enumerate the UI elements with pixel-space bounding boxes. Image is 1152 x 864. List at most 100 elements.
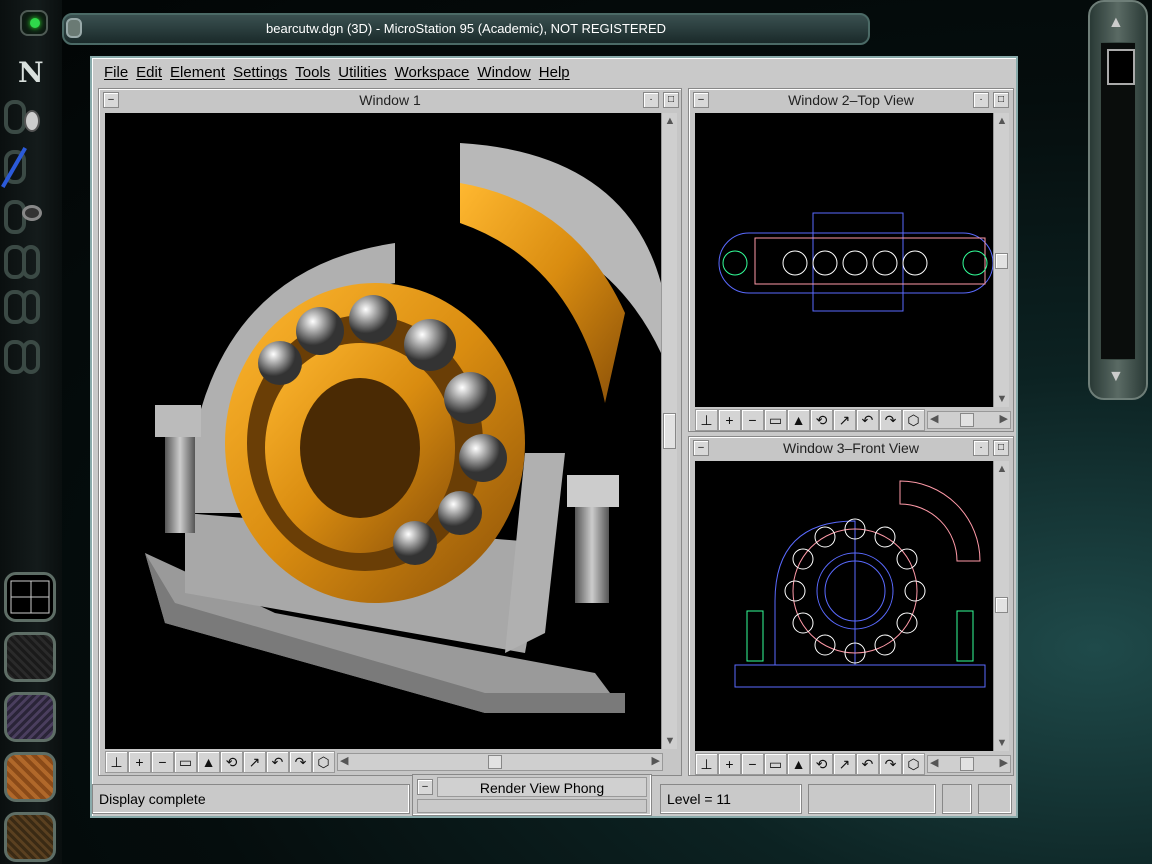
- render-view-dialog[interactable]: – Render View Phong: [412, 774, 652, 816]
- maximize-button[interactable]: □: [993, 440, 1009, 456]
- scroll-thumb[interactable]: [960, 757, 974, 771]
- render-viewport[interactable]: [105, 113, 661, 749]
- scroll-thumb[interactable]: [663, 413, 676, 449]
- menu-window[interactable]: Window: [473, 60, 534, 86]
- window-2-vertical-scrollbar[interactable]: ▲ ▼: [993, 113, 1009, 407]
- power-led-icon[interactable]: [20, 10, 48, 36]
- render-icon[interactable]: ▲: [787, 409, 810, 431]
- window-menu-button[interactable]: [66, 18, 82, 38]
- rotate-view-icon[interactable]: ⟲: [220, 751, 243, 773]
- scroll-up-icon[interactable]: ▲: [662, 113, 678, 129]
- window-1-horizontal-scrollbar[interactable]: ◀ ▶: [337, 753, 663, 771]
- active-view-tile[interactable]: [4, 572, 56, 622]
- render-progress: [417, 799, 647, 813]
- probe-icon[interactable]: [24, 110, 40, 132]
- render-icon[interactable]: ▲: [197, 751, 220, 773]
- window-3-view-toolbar: ⊥ + − ▭ ▲ ⟲ ↗ ↶ ↷ ⬡: [695, 753, 925, 775]
- fit-view-icon[interactable]: ⊥: [105, 751, 128, 773]
- menu-help[interactable]: Help: [535, 60, 574, 86]
- dialog-menu-button[interactable]: –: [417, 779, 433, 795]
- fit-view-icon[interactable]: ⊥: [695, 753, 718, 775]
- view-window-2: Window 2–Top View – · □ ▲ ▼ ⊥ + − ▭ ▲ ⟲ …: [688, 88, 1014, 432]
- view-previous-icon[interactable]: ↶: [856, 753, 879, 775]
- menu-tools[interactable]: Tools: [291, 60, 334, 86]
- minimize-button[interactable]: ·: [973, 92, 989, 108]
- window-1-title: Window 1: [359, 92, 421, 108]
- slider-thumb[interactable]: [1107, 49, 1135, 85]
- view-next-icon[interactable]: ↷: [289, 751, 312, 773]
- rotate-view-icon[interactable]: ⟲: [810, 409, 833, 431]
- scroll-right-icon[interactable]: ▶: [1000, 412, 1008, 425]
- rotate-view-icon[interactable]: ⟲: [810, 753, 833, 775]
- scroll-thumb[interactable]: [960, 413, 974, 427]
- window-2-horizontal-scrollbar[interactable]: ◀ ▶: [927, 411, 1011, 429]
- view-cube-icon[interactable]: ⬡: [312, 751, 335, 773]
- zoom-in-icon[interactable]: +: [718, 409, 741, 431]
- texture-tile-wood[interactable]: [4, 752, 56, 802]
- zoom-out-icon[interactable]: −: [741, 753, 764, 775]
- menu-workspace[interactable]: Workspace: [391, 60, 474, 86]
- slider-track[interactable]: [1100, 42, 1136, 360]
- menu-utilities[interactable]: Utilities: [334, 60, 390, 86]
- top-view-viewport[interactable]: [695, 113, 993, 407]
- texture-tile-fabric[interactable]: [4, 692, 56, 742]
- zoom-out-icon[interactable]: −: [151, 751, 174, 773]
- scroll-left-icon[interactable]: ◀: [930, 412, 938, 425]
- scroll-thumb[interactable]: [995, 597, 1008, 613]
- menu-element[interactable]: Element: [166, 60, 229, 86]
- render-icon[interactable]: ▲: [787, 753, 810, 775]
- disc-icon[interactable]: [22, 205, 42, 221]
- scroll-left-icon[interactable]: ◀: [340, 754, 348, 767]
- maximize-button[interactable]: □: [663, 92, 679, 108]
- scroll-right-icon[interactable]: ▶: [652, 754, 660, 767]
- window-area-icon[interactable]: ▭: [764, 753, 787, 775]
- window-3-title: Window 3–Front View: [783, 440, 919, 456]
- window-area-icon[interactable]: ▭: [174, 751, 197, 773]
- scroll-right-icon[interactable]: ▶: [1000, 756, 1008, 769]
- texture-tile-leather[interactable]: [4, 812, 56, 862]
- pan-icon[interactable]: ↗: [243, 751, 266, 773]
- scroll-left-icon[interactable]: ◀: [930, 756, 938, 769]
- view-previous-icon[interactable]: ↶: [266, 751, 289, 773]
- window-menu-button[interactable]: –: [693, 92, 709, 108]
- window-area-icon[interactable]: ▭: [764, 409, 787, 431]
- window-3-vertical-scrollbar[interactable]: ▲ ▼: [993, 461, 1009, 751]
- zoom-in-icon[interactable]: +: [128, 751, 151, 773]
- scroll-thumb[interactable]: [995, 253, 1008, 269]
- minimize-button[interactable]: ·: [643, 92, 659, 108]
- view-cube-icon[interactable]: ⬡: [902, 753, 925, 775]
- menu-settings[interactable]: Settings: [229, 60, 291, 86]
- app-title: bearcutw.dgn (3D) - MicroStation 95 (Aca…: [266, 21, 666, 36]
- scroll-up-icon[interactable]: ▲: [1108, 14, 1124, 32]
- scroll-down-icon[interactable]: ▼: [994, 735, 1010, 751]
- zoom-out-icon[interactable]: −: [741, 409, 764, 431]
- texture-tile-mesh[interactable]: [4, 632, 56, 682]
- minimize-button[interactable]: ·: [973, 440, 989, 456]
- view-previous-icon[interactable]: ↶: [856, 409, 879, 431]
- level-text: Level = 11: [667, 791, 731, 807]
- menu-bar: File Edit Element Settings Tools Utiliti…: [100, 60, 574, 86]
- zoom-in-icon[interactable]: +: [718, 753, 741, 775]
- pan-icon[interactable]: ↗: [833, 753, 856, 775]
- scroll-down-icon[interactable]: ▼: [994, 391, 1010, 407]
- menu-edit[interactable]: Edit: [132, 60, 166, 86]
- front-view-viewport[interactable]: [695, 461, 993, 751]
- scroll-up-icon[interactable]: ▲: [994, 113, 1010, 129]
- window-menu-button[interactable]: –: [693, 440, 709, 456]
- window-3-horizontal-scrollbar[interactable]: ◀ ▶: [927, 755, 1011, 773]
- scroll-thumb[interactable]: [488, 755, 502, 769]
- fit-view-icon[interactable]: ⊥: [695, 409, 718, 431]
- pan-icon[interactable]: ↗: [833, 409, 856, 431]
- window-1-vertical-scrollbar[interactable]: ▲ ▼: [661, 113, 677, 749]
- scroll-up-icon[interactable]: ▲: [994, 461, 1010, 477]
- scroll-down-icon[interactable]: ▼: [1108, 368, 1124, 386]
- maximize-button[interactable]: □: [993, 92, 1009, 108]
- window-menu-button[interactable]: –: [103, 92, 119, 108]
- window-2-view-toolbar: ⊥ + − ▭ ▲ ⟲ ↗ ↶ ↷ ⬡: [695, 409, 925, 431]
- view-next-icon[interactable]: ↷: [879, 409, 902, 431]
- dock-ring-icon: [22, 340, 40, 374]
- menu-file[interactable]: File: [100, 60, 132, 86]
- view-cube-icon[interactable]: ⬡: [902, 409, 925, 431]
- scroll-down-icon[interactable]: ▼: [662, 733, 678, 749]
- view-next-icon[interactable]: ↷: [879, 753, 902, 775]
